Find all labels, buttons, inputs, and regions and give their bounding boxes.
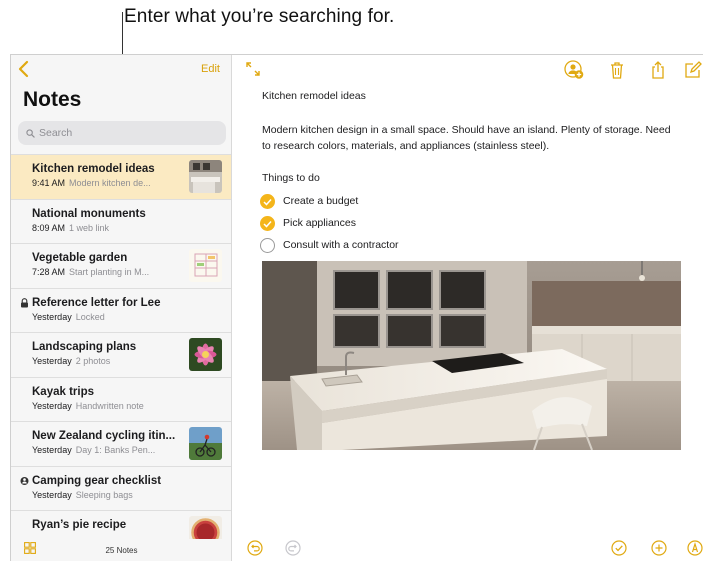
note-item-snippet: Sleeping bags [75, 489, 133, 500]
kitchen-thumbnail [189, 160, 222, 193]
note-item-snippet: 2 photos [75, 356, 111, 366]
note-item-snippet: Start planting in M... [69, 267, 150, 277]
note-item-snippet: Locked [75, 311, 105, 322]
add-icon[interactable] [651, 540, 667, 556]
trash-icon[interactable] [607, 60, 627, 80]
list-item[interactable]: Camping gear checklist Yesterday Sleeping… [11, 465, 231, 511]
shared-icon [20, 476, 29, 485]
note-item-time: Yesterday [32, 311, 72, 322]
note-item-snippet: Day 1: Banks Pen... [75, 445, 156, 455]
edit-button[interactable]: Edit [201, 63, 220, 75]
callout-label: Enter what you’re searching for. [124, 6, 395, 27]
checkbox-checked-icon[interactable] [260, 193, 275, 209]
notes-sidebar: Edit Notes Kitchen remodel ideas 9:41 AM… [11, 55, 232, 561]
search-input[interactable] [39, 127, 219, 139]
note-item-time: Yesterday [32, 445, 72, 455]
note-item-title: Camping gear checklist [32, 474, 162, 487]
search-icon [26, 128, 35, 138]
cyclist-thumbnail [189, 427, 222, 460]
compose-icon[interactable] [683, 60, 703, 80]
notes-app-window: Edit Notes Kitchen remodel ideas 9:41 AM… [10, 54, 703, 561]
checkbox-unchecked-icon[interactable] [260, 237, 275, 253]
search-field[interactable] [18, 121, 226, 145]
list-item[interactable]: Vegetable garden 7:28 AM Start planting i… [11, 243, 231, 288]
flower-thumbnail [189, 338, 222, 371]
note-item-snippet: Handwritten note [75, 400, 144, 411]
note-title[interactable]: Kitchen remodel ideas [262, 90, 366, 102]
sidebar-bottom-bar: 25 Notes [11, 539, 231, 561]
list-item[interactable]: Landscaping plans Yesterday 2 photos [11, 332, 231, 377]
sidebar-toolbar: Edit [11, 55, 231, 85]
note-body[interactable]: Modern kitchen design in a small space. … [262, 122, 682, 154]
add-people-icon[interactable] [564, 60, 584, 80]
checklist-item-label: Consult with a contractor [283, 239, 399, 251]
note-item-snippet: 1 web link [69, 222, 110, 233]
list-item[interactable]: National monuments 8:09 AM 1 web link [11, 198, 231, 244]
note-item-title: National monuments [32, 207, 146, 220]
list-item[interactable]: Reference letter for Lee Yesterday Locked [11, 287, 231, 333]
share-icon[interactable] [648, 60, 668, 80]
note-item-time: Yesterday [32, 400, 72, 411]
list-item[interactable]: Kitchen remodel ideas 9:41 AM Modern kitc… [11, 154, 231, 199]
note-item-time: Yesterday [32, 489, 72, 500]
checklist-item[interactable]: Pick appliances [260, 215, 356, 231]
note-item-title: Kayak trips [32, 385, 95, 398]
checklist-item-label: Create a budget [283, 195, 359, 207]
notes-list: Kitchen remodel ideas 9:41 AM Modern kitc… [11, 154, 231, 555]
kitchen-photo[interactable] [262, 261, 681, 450]
checklist-item[interactable]: Create a budget [260, 193, 358, 209]
markup-pen-icon[interactable] [687, 540, 703, 556]
undo-icon[interactable] [247, 540, 263, 556]
expand-icon[interactable] [245, 61, 261, 77]
list-item[interactable]: New Zealand cycling itin... Yesterday Day… [11, 421, 231, 466]
note-item-time: 8:09 AM [32, 222, 66, 233]
checklist-icon[interactable] [611, 540, 627, 556]
note-item-time: 7:28 AM [32, 267, 66, 277]
checklist-item[interactable]: Consult with a contractor [260, 237, 399, 253]
note-item-title: Reference letter for Lee [32, 296, 161, 309]
redo-icon[interactable] [285, 540, 301, 556]
lock-icon [21, 297, 28, 307]
note-editor: Kitchen remodel ideas Modern kitchen des… [233, 55, 703, 561]
todo-heading[interactable]: Things to do [262, 172, 320, 184]
garden-sketch-thumbnail [189, 249, 222, 282]
list-item[interactable]: Kayak trips Yesterday Handwritten note [11, 376, 231, 422]
checklist-item-label: Pick appliances [283, 217, 356, 229]
checkbox-checked-icon[interactable] [260, 215, 275, 231]
note-item-time: 9:41 AM [32, 178, 66, 188]
page-title: Notes [23, 88, 82, 111]
note-item-time: Yesterday [32, 356, 72, 366]
chevron-left-icon[interactable] [16, 60, 32, 78]
note-item-snippet: Modern kitchen de... [69, 178, 151, 188]
notes-count: 25 Notes [105, 546, 138, 555]
